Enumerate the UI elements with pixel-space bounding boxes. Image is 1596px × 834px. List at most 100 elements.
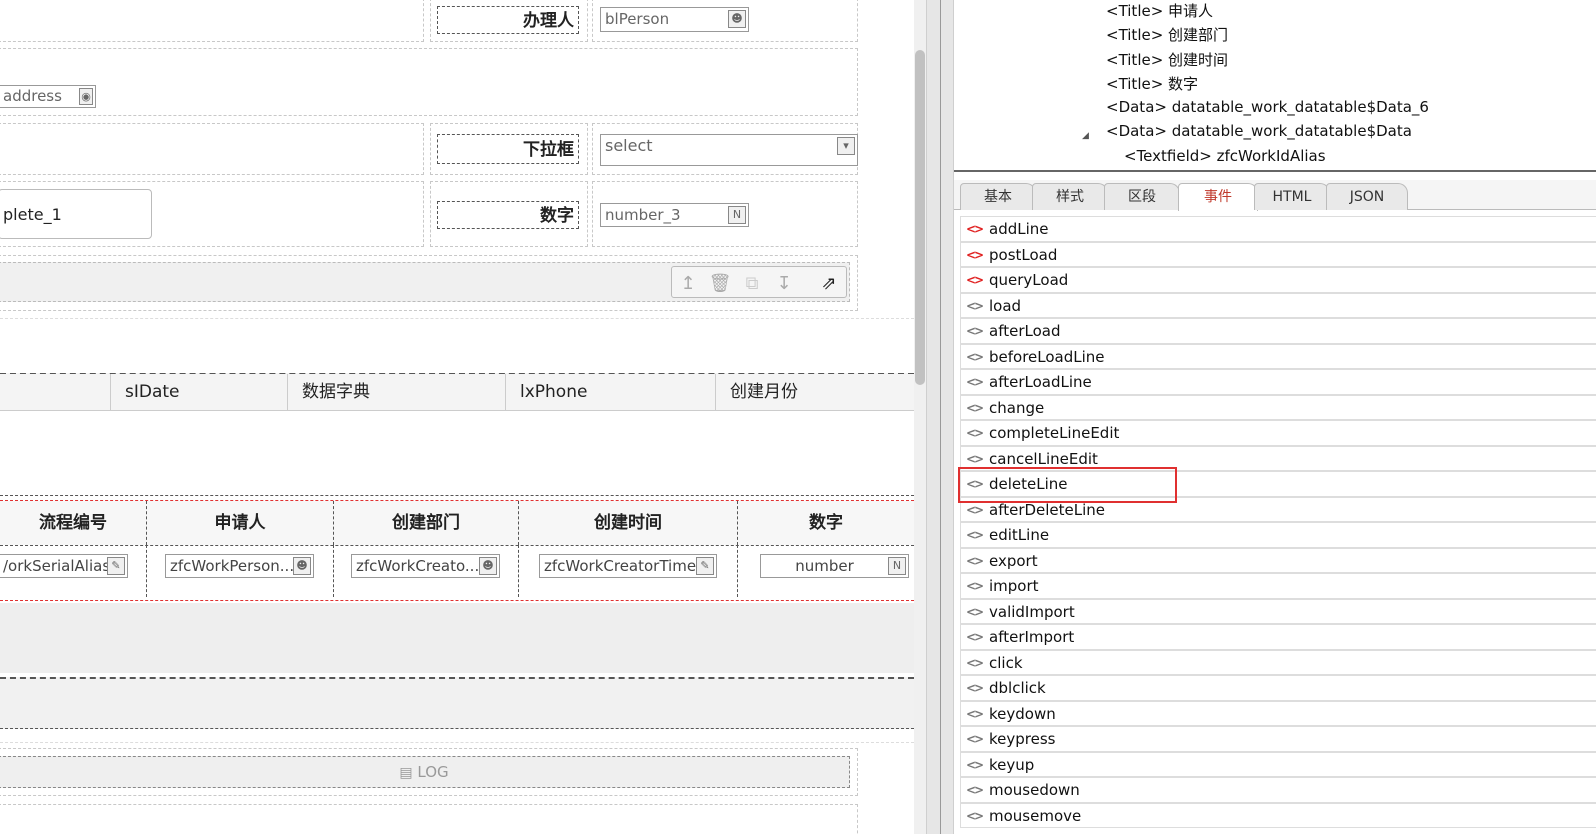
numeric-icon[interactable]: N — [888, 557, 906, 575]
numeric-icon[interactable]: N — [728, 206, 746, 224]
grid-cell: /orkSerialAlias ✎ — [0, 545, 147, 597]
department-field[interactable]: zfcWorkCreato... ☻ — [351, 554, 500, 578]
serial-field[interactable]: /orkSerialAlias ✎ — [0, 554, 128, 578]
event-row[interactable]: <> import — [960, 573, 1596, 599]
user-icon[interactable]: ☻ — [293, 557, 311, 575]
edit-icon[interactable]: ✎ — [696, 557, 714, 575]
user-icon[interactable]: ☻ — [479, 557, 497, 575]
event-name: keyup — [989, 755, 1035, 774]
tab-section[interactable]: 区段 — [1104, 183, 1180, 210]
tab-json[interactable]: JSON — [1326, 183, 1408, 210]
event-row[interactable]: <> export — [960, 547, 1596, 573]
user-icon[interactable]: ☻ — [728, 10, 746, 28]
download-icon[interactable]: ↧ — [771, 271, 797, 297]
event-row[interactable]: <> mousemove — [960, 802, 1596, 828]
event-row[interactable]: <> keyup — [960, 751, 1596, 777]
form-cell — [0, 804, 858, 834]
event-row[interactable]: <> mousedown — [960, 777, 1596, 803]
applicant-field[interactable]: zfcWorkPerson... ☻ — [165, 554, 314, 578]
event-row[interactable]: <> afterLoad — [960, 318, 1596, 344]
tree-node[interactable]: <Title> 申请人 — [1106, 0, 1213, 21]
event-name: validImport — [989, 602, 1075, 621]
code-icon: <> — [966, 579, 984, 593]
edit-icon[interactable]: ✎ — [107, 557, 125, 575]
copy-icon[interactable]: ⧉ — [739, 271, 765, 297]
log-button[interactable]: ▤ LOG — [0, 756, 850, 788]
autocomplete-field[interactable]: plete_1 — [0, 189, 152, 239]
grid-col-header[interactable]: 创建时间 — [519, 501, 738, 545]
table1-col[interactable]: sIDate — [111, 374, 288, 410]
table1-col[interactable]: 创建月份 — [716, 374, 914, 410]
tree-node[interactable]: <Data> datatable_work_datatable$Data_6 — [1106, 98, 1429, 116]
create-time-field[interactable]: zfcWorkCreatorTime ✎ — [539, 554, 717, 578]
event-row[interactable]: <> change — [960, 394, 1596, 420]
form-cell — [0, 123, 424, 175]
code-icon: <> — [966, 426, 984, 440]
event-row[interactable]: <> queryLoad — [960, 267, 1596, 293]
event-row[interactable]: <> keypress — [960, 726, 1596, 752]
design-canvas: 办理人 blPerson ☻ address ◉ 下拉框 select ▾ pl… — [0, 0, 930, 834]
divider — [0, 318, 914, 319]
event-name: cancelLineEdit — [989, 449, 1098, 468]
property-tabs: 基本 样式 区段 事件 HTML JSON — [954, 180, 1596, 211]
tree-node[interactable]: <Textfield> zfcWorkIdAlias — [1124, 147, 1326, 165]
external-link-icon[interactable]: ⇗ — [816, 271, 842, 297]
event-row[interactable]: <> load — [960, 292, 1596, 318]
grid-number-field[interactable]: number N — [760, 554, 909, 578]
tab-html[interactable]: HTML — [1254, 183, 1330, 210]
event-row[interactable]: <> afterLoadLine — [960, 369, 1596, 395]
grid-col-header[interactable]: 创建部门 — [334, 501, 519, 545]
panel-splitter[interactable] — [926, 0, 954, 834]
grid-col-header[interactable]: 申请人 — [147, 501, 334, 545]
tree-node[interactable]: <Data> datatable_work_datatable$Data — [1106, 122, 1412, 140]
event-name: keypress — [989, 730, 1056, 748]
grid-cell: number N — [738, 545, 914, 597]
upload-icon[interactable]: ↥ — [675, 271, 701, 297]
event-row[interactable]: <> afterImport — [960, 624, 1596, 650]
tree-node[interactable]: <Title> 创建部门 — [1106, 24, 1228, 45]
location-icon[interactable]: ◉ — [79, 88, 93, 105]
log-label: LOG — [417, 763, 449, 781]
select-dropdown[interactable]: select ▾ — [600, 134, 858, 166]
event-name: addLine — [989, 220, 1049, 238]
chevron-down-icon[interactable]: ▾ — [837, 137, 855, 155]
log-icon: ▤ — [399, 765, 413, 781]
grid-col-header[interactable]: 数字 — [738, 501, 914, 545]
structure-tree: <Title> 申请人 <Title> 创建部门 <Title> 创建时间 <T… — [954, 0, 1596, 172]
event-row[interactable]: <> beforeLoadLine — [960, 343, 1596, 369]
tree-node[interactable]: <Title> 创建时间 — [1106, 49, 1228, 70]
grid-cell: zfcWorkPerson... ☻ — [147, 545, 334, 597]
event-row[interactable]: <> postLoad — [960, 241, 1596, 267]
tree-node[interactable]: <Title> 数字 — [1106, 73, 1198, 94]
event-row[interactable]: <> click — [960, 649, 1596, 675]
label-person: 办理人 — [437, 6, 579, 34]
canvas-scrollbar[interactable] — [914, 0, 926, 834]
label-select: 下拉框 — [437, 134, 579, 164]
tab-style[interactable]: 样式 — [1032, 183, 1108, 210]
tab-events[interactable]: 事件 — [1178, 183, 1258, 211]
autocomplete-value: plete_1 — [3, 205, 62, 224]
number-field[interactable]: number_3 N — [600, 203, 749, 227]
event-row[interactable]: <> dblclick — [960, 675, 1596, 701]
expand-triangle-icon[interactable]: ◢ — [1082, 131, 1089, 141]
properties-panel: <Title> 申请人 <Title> 创建部门 <Title> 创建时间 <T… — [954, 0, 1596, 834]
delete-icon[interactable]: 🗑 — [707, 271, 733, 297]
table1-col[interactable]: lxPhone — [506, 374, 716, 410]
code-icon: <> — [966, 273, 984, 287]
event-row[interactable]: <> addLine — [960, 216, 1596, 242]
table1-col[interactable]: 数据字典 — [288, 374, 506, 410]
event-row[interactable]: <> keydown — [960, 700, 1596, 726]
scrollbar-thumb[interactable] — [915, 50, 925, 385]
grid-col-header[interactable]: 流程编号 — [0, 501, 147, 545]
code-icon: <> — [966, 375, 984, 389]
event-row[interactable]: <> editLine — [960, 522, 1596, 548]
person-field[interactable]: blPerson ☻ — [600, 7, 749, 32]
address-field[interactable]: address ◉ — [0, 85, 96, 108]
code-icon: <> — [966, 222, 984, 236]
code-icon: <> — [966, 349, 984, 364]
tab-basic[interactable]: 基本 — [960, 183, 1036, 210]
event-row[interactable]: <> completeLineEdit — [960, 420, 1596, 446]
event-name: click — [989, 653, 1023, 672]
event-row[interactable]: <> validImport — [960, 598, 1596, 624]
table1-col-blank — [0, 374, 111, 410]
